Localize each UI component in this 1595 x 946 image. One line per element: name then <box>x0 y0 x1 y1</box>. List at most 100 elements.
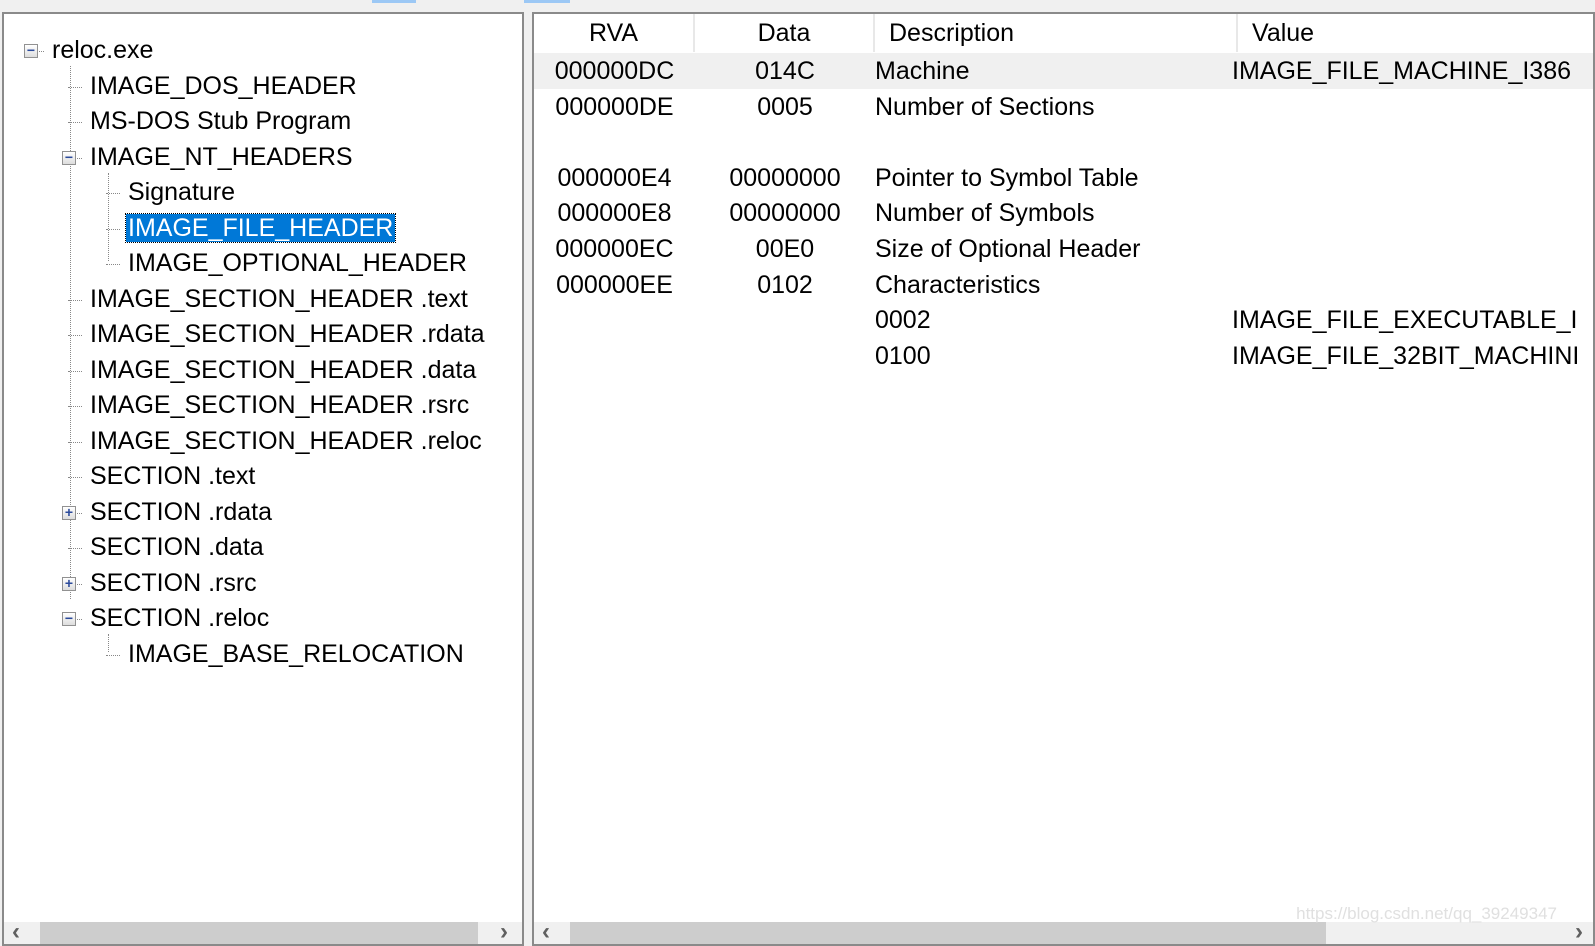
scrollbar-thumb[interactable] <box>570 922 1326 944</box>
tree-line <box>68 548 82 549</box>
rva-cell: 000000DE <box>555 92 674 121</box>
tab-indicator <box>372 0 416 3</box>
tree-line <box>68 122 82 123</box>
tree-node-label: IMAGE_SECTION_HEADER .data <box>90 355 477 384</box>
column-header-data[interactable]: Data <box>695 14 875 52</box>
description-cell: 0100 <box>875 341 931 370</box>
tree-node-image-section-header-rsrc[interactable]: IMAGE_SECTION_HEADER .rsrc <box>88 389 471 423</box>
tree-node-label: MS-DOS Stub Program <box>90 107 352 135</box>
tree-node-signature[interactable]: Signature <box>126 176 237 210</box>
tree-node-image-section-header-text[interactable]: IMAGE_SECTION_HEADER .text <box>88 283 470 317</box>
data-cell: 0102 <box>757 270 813 299</box>
table-row[interactable]: 000000DC 014C Machine IMAGE_FILE_MACHINE… <box>534 53 1593 89</box>
table-row[interactable]: 000000EC 00E0 Size of Optional Header <box>534 231 1593 267</box>
tree-line <box>68 299 82 301</box>
tree-line <box>106 264 120 265</box>
tree-view[interactable]: − reloc.exe IMAGE_DOS_HEADER MS-DOS Stub Pr… <box>2 12 524 946</box>
value-cell: IMAGE_FILE_MACHINE_I386 <box>1232 57 1572 85</box>
collapse-icon[interactable]: − <box>62 611 76 626</box>
horizontal-scrollbar[interactable]: ‹ › <box>4 918 522 944</box>
tree-node-label: IMAGE_OPTIONAL_HEADER <box>128 249 467 277</box>
scroll-left-icon[interactable]: ‹ <box>542 918 550 944</box>
tree-node-label: SECTION .data <box>90 533 264 561</box>
tree-node-section-reloc[interactable]: SECTION .reloc <box>88 602 271 636</box>
table-row[interactable]: 000000EE 0102 Characteristics <box>534 267 1593 303</box>
table-row[interactable]: 000000E8 00000000 Number of Symbols <box>534 195 1593 231</box>
tree-node-image-section-header-rdata[interactable]: IMAGE_SECTION_HEADER .rdata <box>88 318 487 352</box>
data-cell: 0005 <box>757 92 813 121</box>
tree-node-section-text[interactable]: SECTION .text <box>88 460 257 494</box>
tree-node-label: IMAGE_SECTION_HEADER .reloc <box>90 426 482 455</box>
tree-node-label: SECTION .rsrc <box>90 568 257 597</box>
tree-node-section-rdata[interactable]: SECTION .rdata <box>88 496 274 530</box>
horizontal-scrollbar[interactable]: ‹ › <box>534 918 1593 944</box>
value-cell: IMAGE_FILE_EXECUTABLE_I <box>1232 306 1578 335</box>
tree-node-image-file-header[interactable]: IMAGE_FILE_HEADER <box>124 212 397 246</box>
scroll-left-icon[interactable]: ‹ <box>12 918 20 944</box>
tree-node-section-rsrc[interactable]: SECTION .rsrc <box>88 567 259 601</box>
tree-node-image-base-relocation[interactable]: IMAGE_BASE_RELOCATION <box>126 638 466 672</box>
details-list[interactable]: RVA Data Description Value 000000DC 014C… <box>532 12 1595 946</box>
tree-node-label: IMAGE_SECTION_HEADER .rdata <box>90 320 485 348</box>
tree-node-label: IMAGE_FILE_HEADER <box>124 212 397 243</box>
scroll-right-icon[interactable]: › <box>500 918 508 944</box>
tree-line <box>106 228 120 230</box>
description-cell: Pointer to Symbol Table <box>875 163 1139 192</box>
tree-node-label: IMAGE_SECTION_HEADER .text <box>90 284 468 313</box>
column-header-rva[interactable]: RVA <box>534 14 695 52</box>
tree-line <box>68 86 82 88</box>
description-cell: Number of Sections <box>875 92 1095 121</box>
tree-node-label: SECTION .reloc <box>90 604 270 632</box>
tree-node-image-section-header-data[interactable]: IMAGE_SECTION_HEADER .data <box>88 354 478 388</box>
collapse-icon[interactable]: − <box>62 150 76 165</box>
expand-icon[interactable]: + <box>62 505 76 520</box>
table-row[interactable]: 000000E4 00000000 Pointer to Symbol Tabl… <box>534 160 1593 196</box>
rva-cell: 000000E8 <box>557 199 672 228</box>
rva-cell: 000000DC <box>554 57 675 85</box>
rva-cell: 000000EC <box>555 235 674 263</box>
tree-node-section-data[interactable]: SECTION .data <box>88 531 266 565</box>
data-cell: 00E0 <box>755 235 815 263</box>
table-row[interactable]: 0100 IMAGE_FILE_32BIT_MACHINI <box>534 338 1593 374</box>
description-cell: Number of Symbols <box>875 199 1095 228</box>
scroll-right-icon[interactable]: › <box>1575 918 1583 944</box>
tab-indicator <box>524 0 570 3</box>
tree-line <box>68 370 82 372</box>
tree-node-image-section-header-reloc[interactable]: IMAGE_SECTION_HEADER .reloc <box>88 425 484 459</box>
column-header-value[interactable]: Value <box>1238 14 1593 52</box>
description-cell: Characteristics <box>875 270 1041 299</box>
tree-line <box>106 654 120 656</box>
expand-icon[interactable]: + <box>62 576 76 591</box>
top-bar <box>0 0 1595 12</box>
description-cell: Machine <box>875 57 970 85</box>
table-row[interactable]: 0002 IMAGE_FILE_EXECUTABLE_I <box>534 302 1593 338</box>
table-row[interactable] <box>534 124 1593 160</box>
column-header-description[interactable]: Description <box>875 14 1238 52</box>
tree-node-label: IMAGE_NT_HEADERS <box>90 142 353 171</box>
tree-line <box>108 634 109 652</box>
rva-cell: 000000E4 <box>557 163 672 192</box>
table-row[interactable]: 000000DE 0005 Number of Sections <box>534 89 1593 125</box>
value-cell: IMAGE_FILE_32BIT_MACHINI <box>1232 341 1580 370</box>
data-cell: 014C <box>755 57 815 85</box>
scrollbar-thumb[interactable] <box>40 922 478 944</box>
tree-node-label: IMAGE_BASE_RELOCATION <box>128 639 464 668</box>
description-cell: 0002 <box>875 306 931 335</box>
tree-line <box>68 335 82 336</box>
tree-line <box>106 193 120 194</box>
tree-node-image-dos-header[interactable]: IMAGE_DOS_HEADER <box>88 70 359 104</box>
collapse-icon[interactable]: − <box>24 43 38 58</box>
tree-node-label: reloc.exe <box>52 36 154 64</box>
tree-line <box>68 441 82 443</box>
tree-node-image-optional-header[interactable]: IMAGE_OPTIONAL_HEADER <box>126 247 469 281</box>
tree-node-reloc-exe[interactable]: reloc.exe <box>50 34 155 68</box>
rva-cell: 000000EE <box>556 270 673 299</box>
tree-node-label: SECTION .text <box>90 462 256 490</box>
tree-line <box>68 477 82 478</box>
data-cell: 00000000 <box>729 163 841 192</box>
tree-line <box>68 406 82 407</box>
data-cell: 00000000 <box>729 199 841 228</box>
tree-node-label: IMAGE_SECTION_HEADER .rsrc <box>90 391 470 419</box>
tree-node-image-nt-headers[interactable]: IMAGE_NT_HEADERS <box>88 141 355 175</box>
tree-node-ms-dos-stub-program[interactable]: MS-DOS Stub Program <box>88 105 353 139</box>
